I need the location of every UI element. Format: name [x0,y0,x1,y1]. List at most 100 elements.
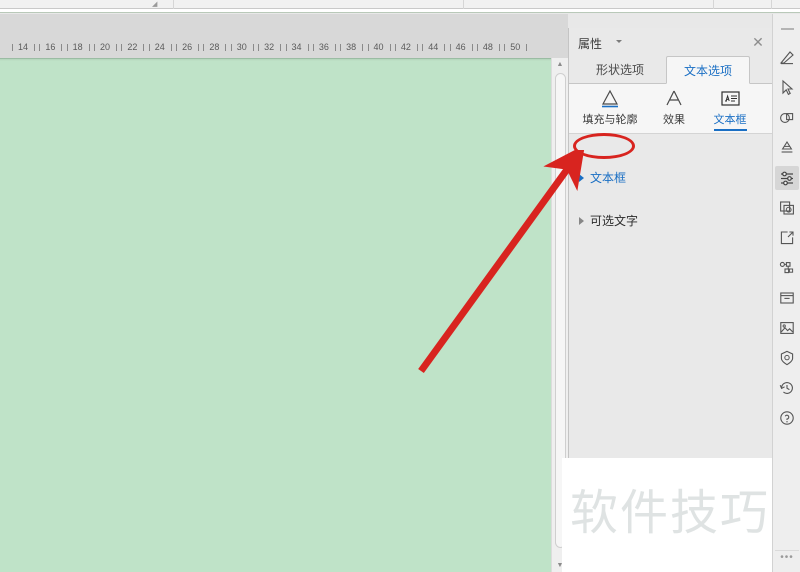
ruler-tick [389,44,391,51]
ruler-label: 22 [127,42,138,52]
ruler-label: 14 [17,42,29,52]
ruler-tick [198,44,200,51]
ruler-label: 20 [100,42,111,52]
ribbon-group-3 [464,0,714,9]
effects-icon [649,86,699,110]
ribbon-bottom-sliver: ◢ ◢ [0,0,800,9]
ruler-label: 26 [182,42,193,52]
ruler-ticks: 14 16 18 20 22 24 26 28 30 32 34 36 38 40 42 44 46 48 50 [0,36,568,54]
horizontal-ruler[interactable]: 14 16 18 20 22 24 26 28 30 32 34 36 38 40 42 44 46 48 50 [0,14,568,58]
text-box-icon [701,86,759,110]
ruler-label: 24 [154,42,165,52]
ruler-label: 38 [346,42,357,52]
help-icon[interactable] [775,406,799,430]
export-icon[interactable] [775,226,799,250]
ruler-tick [416,44,418,51]
ribbon-group-2 [174,0,464,9]
tab-text-options[interactable]: 文本选项 [666,56,750,84]
ruler-label: 46 [455,42,466,52]
ruler-tick [12,44,13,51]
panel-title: 属性 [578,37,603,51]
fill-and-outline-icon [573,86,647,110]
tab-shape-options[interactable]: 形状选项 [578,56,662,84]
rail-grip-handle[interactable] [781,28,794,30]
ruler-tick [121,44,123,51]
ruler-label: 30 [236,42,247,52]
ruler-tick [444,44,446,51]
cursor-select-icon[interactable] [775,76,799,100]
inbox-icon[interactable] [775,286,799,310]
ruler-label: 50 [510,42,521,52]
app-window: ◢ ◢ 14 16 18 20 22 24 26 28 30 32 34 36 38 40 42 44 46 48… [0,0,800,572]
ruler-tick [88,44,90,51]
history-icon[interactable] [775,376,799,400]
ruler-tick [252,44,254,51]
subtab-fill-and-outline[interactable]: 填充与轮廓 [573,86,647,132]
ruler-label: 32 [264,42,275,52]
smart-art-icon[interactable] [775,136,799,160]
subtab-effects-label: 效果 [663,114,685,126]
slide-canvas[interactable] [0,58,556,572]
ruler-tick [230,44,232,51]
ruler-tick [340,44,342,51]
ruler-tick [312,44,314,51]
subtab-text-box[interactable]: 文本框 [701,86,759,132]
ruler-label: 18 [72,42,83,52]
ruler-tick [225,44,227,51]
right-toolbar-rail: ••• [772,14,800,572]
ruler-tick [66,44,68,51]
ruler-label: 44 [428,42,439,52]
ruler-tick [143,44,145,51]
ruler-label: 40 [373,42,384,52]
ribbon-divider [0,9,800,13]
ribbon-group-1 [0,0,174,9]
ruler-label: 42 [400,42,411,52]
scroll-up-icon[interactable]: ▲ [552,58,568,71]
design-ideas-icon[interactable] [775,256,799,280]
ruler-tick [280,44,282,51]
ruler-tick [476,44,478,51]
security-icon[interactable] [775,346,799,370]
pen-icon[interactable] [775,46,799,70]
ruler-tick [39,44,41,51]
panel-tabstrip: 形状选项 文本选项 [569,56,773,84]
properties-sliders-icon[interactable] [775,166,799,190]
ruler-tick [61,44,63,51]
ruler-label: 48 [482,42,493,52]
ruler-tick [148,44,150,51]
ruler-tick [258,44,260,51]
panel-subtabs: 填充与轮廓 效果 文本框 [569,84,773,134]
ruler-label: 36 [318,42,329,52]
ruler-tick [94,44,96,51]
panel-titlebar: 属性 ✕ [569,28,773,56]
ruler-tick [471,44,473,51]
ruler-tick [498,44,500,51]
chevron-right-icon [579,174,584,182]
picture-icon[interactable] [775,316,799,340]
ribbon-group-1-expander-icon[interactable]: ◢ [152,1,159,8]
ruler-tick [504,44,506,51]
ruler-tick [34,44,35,51]
ruler-tick [422,44,424,51]
chevron-down-icon[interactable] [616,40,622,43]
watermark-text: 软件技巧 [570,485,771,541]
subtab-fill-label: 填充与轮廓 [582,114,638,126]
ruler-tick [307,44,309,51]
subtab-effects[interactable]: 效果 [649,86,699,132]
subtab-text-box-label: 文本框 [713,113,747,131]
ruler-tick [285,44,287,51]
ruler-tick [116,44,118,51]
ruler-label: 28 [209,42,220,52]
ruler-label: 34 [291,42,302,52]
ruler-tick [203,44,205,51]
ruler-tick [526,44,528,51]
screenshot-icon[interactable] [775,196,799,220]
close-icon[interactable]: ✕ [749,33,767,51]
rail-overflow-icon[interactable]: ••• [775,550,799,564]
shapes-icon[interactable] [775,106,799,130]
ruler-tick [394,44,396,51]
section-alt-text-label: 可选文字 [590,214,639,228]
section-text-box-label: 文本框 [590,171,627,185]
ruler-tick [449,44,451,51]
ruler-tick [170,44,172,51]
